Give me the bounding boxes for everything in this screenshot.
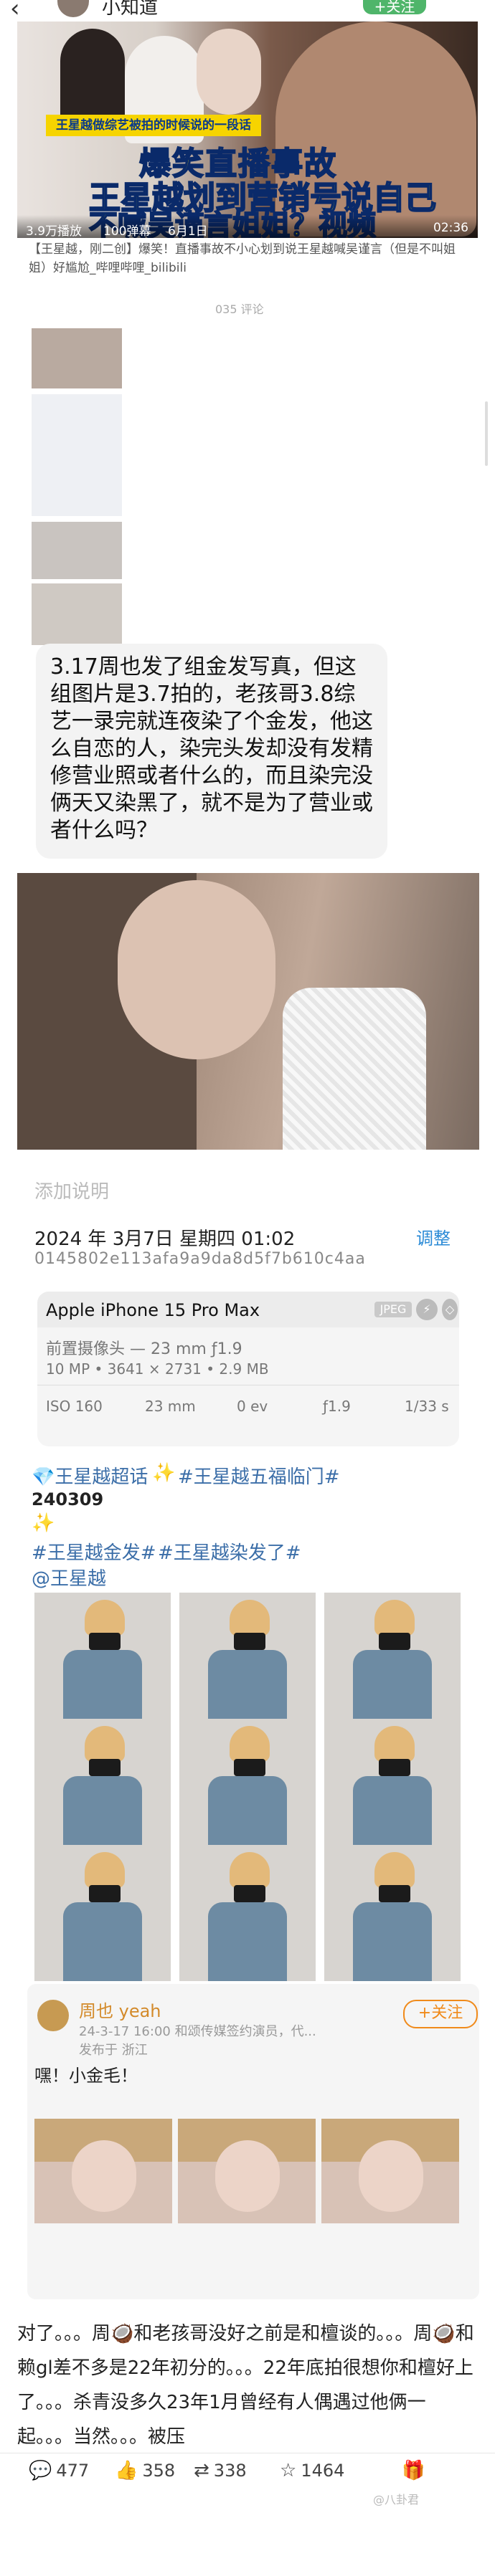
comment-icon: 💬 bbox=[29, 2460, 52, 2481]
like-button[interactable]: 👍 358 bbox=[115, 2460, 175, 2489]
thumbs-up-icon: 👍 bbox=[115, 2460, 138, 2481]
spark-icon: ✨ bbox=[152, 1462, 176, 1484]
add-caption-field[interactable]: 添加说明 bbox=[34, 1177, 109, 1203]
grid-photo[interactable] bbox=[324, 1719, 461, 1855]
screenshot-image[interactable] bbox=[32, 522, 122, 579]
gift-icon: 🎁 bbox=[402, 2460, 425, 2481]
format-badge: JPEG bbox=[374, 1302, 412, 1317]
avatar[interactable] bbox=[37, 2000, 69, 2031]
repost-text: 嘿！小金毛！ bbox=[34, 2066, 138, 2086]
like-count: 358 bbox=[142, 2461, 176, 2481]
top-bar: ‹ 小知道 +关注 bbox=[0, 0, 495, 22]
video-info-bar: 3.9万播放 100弹幕 6月1日 02:36 bbox=[17, 215, 478, 238]
message-bubble: 3.17周也发了组金发写真，但这组图片是3.7拍的，老孩哥3.8综艺一录完就连夜… bbox=[36, 644, 387, 859]
lens-info: 前置摄像头 — 23 mm ƒ1.9 bbox=[46, 1340, 242, 1358]
aperture-value: ƒ1.9 bbox=[323, 1398, 351, 1415]
repost-button[interactable]: ⇄ 338 bbox=[194, 2460, 247, 2489]
cube-icon: ◇ bbox=[442, 1299, 458, 1320]
watermark: @八卦君 bbox=[373, 2493, 420, 2506]
video-thumbnail[interactable]: 王星越做综艺被拍的时候说的一段话 爆笑直播事故 王星越划到营销号说自己 不喊吴谨… bbox=[17, 22, 478, 238]
video-banner: 王星越做综艺被拍的时候说的一段话 bbox=[46, 115, 261, 136]
photo-face bbox=[118, 880, 275, 1059]
comment-count: 477 bbox=[56, 2461, 90, 2481]
video-face bbox=[197, 29, 261, 115]
grid-photo[interactable] bbox=[34, 1845, 171, 1981]
grid-photo[interactable] bbox=[34, 1719, 171, 1855]
screenshot-image[interactable] bbox=[32, 394, 122, 516]
repost-count: 338 bbox=[213, 2461, 247, 2481]
comment-button[interactable]: 💬 477 bbox=[29, 2460, 89, 2489]
focal-length: 23 mm bbox=[145, 1398, 196, 1415]
grid-photo[interactable] bbox=[34, 1593, 171, 1729]
repost-photo[interactable] bbox=[321, 2119, 459, 2223]
mention-link[interactable]: @王星越 bbox=[32, 1564, 106, 1590]
exif-header: Apple iPhone 15 Pro Max JPEG ⚡ ◇ bbox=[37, 1292, 459, 1327]
photo-filename: 0145802e113afa9a9da8d5f7b610c4aa bbox=[34, 1250, 366, 1268]
post-number: 240309 bbox=[32, 1489, 104, 1509]
video-date: 6月1日 bbox=[168, 224, 208, 238]
grid-photo[interactable] bbox=[324, 1845, 461, 1981]
video-duration: 02:36 bbox=[433, 221, 468, 235]
video-caption[interactable]: 【王星越，刚二创】爆笑！直播事故不小心划到说王星越喊吴谨言（但是不叫姐姐）好尴尬… bbox=[29, 240, 473, 277]
comment-count: 035 评论 bbox=[215, 302, 264, 316]
repost-photo[interactable] bbox=[178, 2119, 316, 2223]
repost-meta: 24-3-17 16:00 和颂传媒签约演员，代... bbox=[79, 2024, 316, 2039]
follow-button[interactable]: +关注 bbox=[403, 2000, 478, 2028]
favorite-count: 1464 bbox=[301, 2461, 345, 2481]
selfie-photo[interactable] bbox=[17, 873, 479, 1150]
favorite-button[interactable]: ☆ 1464 bbox=[280, 2460, 344, 2489]
repost-author-name[interactable]: 周也 yeah bbox=[79, 1997, 161, 2022]
exposure-value: 0 ev bbox=[237, 1398, 268, 1415]
hashtag-link[interactable]: #王星越金发# bbox=[32, 1538, 156, 1565]
video-plays: 3.9万播放 bbox=[26, 224, 82, 238]
shutter-speed: 1/33 s bbox=[405, 1398, 449, 1415]
spark-icon: ✨ bbox=[32, 1512, 55, 1534]
grid-photo[interactable] bbox=[179, 1593, 316, 1729]
photo-date: 2024 年 3月7日 星期四 01:02 bbox=[34, 1229, 296, 1250]
repost-icon: ⇄ bbox=[194, 2460, 209, 2481]
hashtag-link[interactable]: #王星越染发了# bbox=[158, 1538, 301, 1565]
grid-photo[interactable] bbox=[324, 1593, 461, 1729]
grid-photo[interactable] bbox=[179, 1719, 316, 1855]
avatar[interactable] bbox=[57, 0, 89, 17]
exif-card: Apple iPhone 15 Pro Max JPEG ⚡ ◇ 前置摄像头 —… bbox=[37, 1292, 459, 1446]
adjust-button[interactable]: 调整 bbox=[416, 1224, 451, 1249]
screenshot-image[interactable] bbox=[32, 328, 122, 388]
hashtag-link[interactable]: #王星越五福临门# bbox=[178, 1462, 340, 1489]
author-name[interactable]: 小知道 bbox=[102, 0, 158, 17]
grid-photo[interactable] bbox=[179, 1845, 316, 1981]
repost-photo[interactable] bbox=[34, 2119, 172, 2223]
camera-model: Apple iPhone 15 Pro Max bbox=[46, 1300, 260, 1320]
supertopic-link[interactable]: 💎王星越超话 bbox=[32, 1462, 148, 1489]
gift-button[interactable]: 🎁 bbox=[402, 2460, 429, 2489]
lightning-icon: ⚡ bbox=[416, 1299, 438, 1320]
video-danmaku: 100弹幕 bbox=[103, 224, 151, 238]
scrollbar[interactable] bbox=[485, 401, 488, 466]
iso-value: ISO 160 bbox=[46, 1398, 103, 1415]
star-icon: ☆ bbox=[280, 2460, 297, 2481]
chevron-left-icon[interactable]: ‹ bbox=[10, 0, 20, 21]
image-specs: 10 MP • 3641 × 2731 • 2.9 MB bbox=[46, 1360, 269, 1378]
follow-button[interactable]: +关注 bbox=[363, 0, 426, 14]
photo-lace-sleeve bbox=[283, 988, 426, 1150]
post-body-text: 对了。。。周🥥和老孩哥没好之前是和檀谈的。。。周🥥和赖gl差不多是22年初分的。… bbox=[17, 2323, 474, 2448]
repost-location: 发布于 浙江 bbox=[79, 2043, 148, 2058]
screenshot-image[interactable] bbox=[32, 583, 122, 645]
